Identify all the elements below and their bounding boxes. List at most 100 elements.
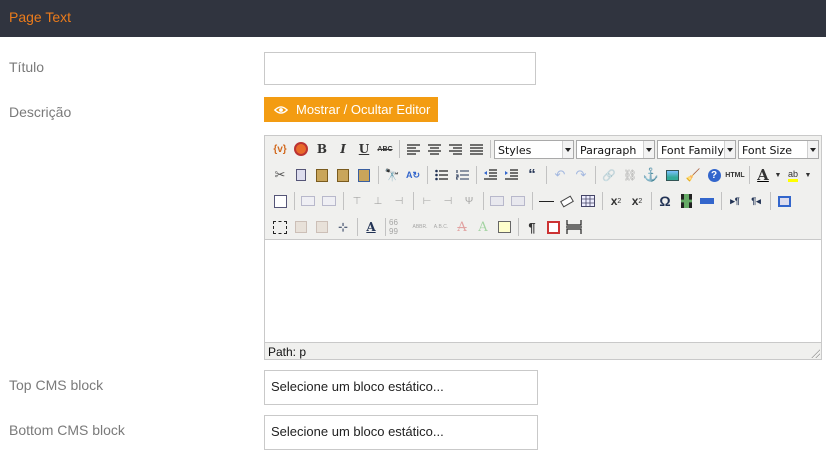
- media-icon[interactable]: [676, 191, 696, 211]
- image-icon[interactable]: [662, 165, 682, 185]
- edit-icon[interactable]: [270, 191, 290, 211]
- align-justify-icon[interactable]: [466, 139, 486, 159]
- top-cms-select[interactable]: Selecione um bloco estático...: [264, 370, 538, 405]
- toolbar-divider: [546, 166, 547, 184]
- styles-props-icon[interactable]: A: [361, 217, 381, 237]
- find-icon[interactable]: 🔭: [382, 165, 402, 185]
- toolbar-divider: [721, 192, 722, 210]
- insert-layer-icon[interactable]: [270, 217, 290, 237]
- deletion-icon[interactable]: A: [452, 217, 472, 237]
- nonbreaking-space-icon[interactable]: [543, 217, 563, 237]
- styles-dropdown[interactable]: Styles: [494, 139, 574, 159]
- replace-icon[interactable]: A↻: [403, 165, 423, 185]
- delete-col-icon[interactable]: Ψ: [459, 191, 479, 211]
- html-source-button[interactable]: HTML: [725, 165, 745, 185]
- top-cms-select-value: Selecione um bloco estático...: [271, 379, 444, 394]
- table-row-props-icon[interactable]: [298, 191, 318, 211]
- move-backward-icon[interactable]: [312, 217, 332, 237]
- chevron-down-icon[interactable]: ▼: [804, 165, 812, 185]
- absolute-position-icon[interactable]: ⊹: [333, 217, 353, 237]
- split-cells-icon[interactable]: [487, 191, 507, 211]
- page-title: Page Text: [9, 9, 72, 25]
- special-char-button[interactable]: Ω: [655, 191, 675, 211]
- toggle-editor-label: Mostrar / Ocultar Editor: [296, 102, 431, 117]
- visual-chars-button[interactable]: ¶: [522, 217, 542, 237]
- page-header: Page Text: [0, 0, 826, 37]
- subscript-button[interactable]: x2: [606, 191, 626, 211]
- merge-cells-icon[interactable]: [508, 191, 528, 211]
- align-right-icon[interactable]: [445, 139, 465, 159]
- toolbar-row-2: ✂ 🔭 A↻ “ ↶ ↷ 🔗 ⛓ ⚓ 🧹 ? HTML A ▼ ab ▼: [270, 163, 813, 187]
- wysiwyg-editor: {v} B I U ABC Styles Paragraph Font Fami…: [264, 135, 822, 360]
- attributes-icon[interactable]: [494, 217, 514, 237]
- help-icon[interactable]: ?: [704, 165, 724, 185]
- editor-status-bar: Path: p: [265, 342, 821, 359]
- underline-button[interactable]: U: [354, 139, 374, 159]
- rtl-icon[interactable]: ¶◂: [746, 191, 766, 211]
- fullscreen-icon[interactable]: [774, 191, 794, 211]
- abbreviation-icon[interactable]: ABBR.: [410, 217, 430, 237]
- blockquote-icon[interactable]: “: [522, 165, 542, 185]
- titulo-input[interactable]: [264, 52, 536, 85]
- indent-icon[interactable]: [501, 165, 521, 185]
- numbered-list-icon[interactable]: [452, 165, 472, 185]
- toolbar-divider: [518, 218, 519, 236]
- copy-icon[interactable]: [291, 165, 311, 185]
- paste-text-icon[interactable]: [333, 165, 353, 185]
- ltr-icon[interactable]: ▸¶: [725, 191, 745, 211]
- flash-icon[interactable]: [697, 191, 717, 211]
- toggle-editor-button[interactable]: Mostrar / Ocultar Editor: [264, 97, 438, 122]
- anchor-icon[interactable]: ⚓: [641, 165, 661, 185]
- delete-row-icon[interactable]: ⊣: [389, 191, 409, 211]
- toolbar-divider: [651, 192, 652, 210]
- format-dropdown-label: Paragraph: [580, 143, 637, 157]
- top-cms-label: Top CMS block: [9, 377, 104, 393]
- highlight-color-icon[interactable]: ab: [783, 165, 803, 185]
- format-dropdown[interactable]: Paragraph: [576, 139, 655, 159]
- unlink-icon[interactable]: ⛓: [620, 165, 640, 185]
- insertion-icon[interactable]: A: [473, 217, 493, 237]
- horizontal-rule-icon[interactable]: [536, 191, 556, 211]
- cleanup-icon[interactable]: 🧹: [683, 165, 703, 185]
- strikethrough-button[interactable]: ABC: [375, 139, 395, 159]
- resize-handle[interactable]: [810, 348, 820, 358]
- bold-button[interactable]: B: [312, 139, 332, 159]
- font-family-dropdown[interactable]: Font Family: [657, 139, 736, 159]
- toolbar-divider: [343, 192, 344, 210]
- table-cell-props-icon[interactable]: [319, 191, 339, 211]
- redo-icon[interactable]: ↷: [571, 165, 591, 185]
- font-size-dropdown[interactable]: Font Size: [738, 139, 819, 159]
- insert-variable-icon[interactable]: {v}: [270, 139, 290, 159]
- bottom-cms-select[interactable]: Selecione um bloco estático...: [264, 415, 538, 450]
- insert-col-before-icon[interactable]: ⊢: [417, 191, 437, 211]
- chevron-down-icon[interactable]: ▼: [774, 165, 782, 185]
- align-center-icon[interactable]: [424, 139, 444, 159]
- toolbar-divider: [476, 166, 477, 184]
- cut-icon[interactable]: ✂: [270, 165, 290, 185]
- status-path: Path: p: [268, 345, 307, 359]
- cite-icon[interactable]: 66 99: [389, 217, 409, 237]
- align-left-icon[interactable]: [403, 139, 423, 159]
- paste-word-icon[interactable]: [354, 165, 374, 185]
- table-icon[interactable]: [578, 191, 598, 211]
- toolbar-divider: [294, 192, 295, 210]
- font-color-icon[interactable]: A: [753, 165, 773, 185]
- acronym-icon[interactable]: A.B.C.: [431, 217, 451, 237]
- titulo-label: Título: [9, 59, 45, 75]
- eraser-icon[interactable]: [557, 191, 577, 211]
- paste-icon[interactable]: [312, 165, 332, 185]
- insert-row-before-icon[interactable]: ⊤: [347, 191, 367, 211]
- undo-icon[interactable]: ↶: [550, 165, 570, 185]
- move-forward-icon[interactable]: [291, 217, 311, 237]
- bullet-list-icon[interactable]: [431, 165, 451, 185]
- italic-button[interactable]: I: [333, 139, 353, 159]
- superscript-button[interactable]: x2: [627, 191, 647, 211]
- insert-col-after-icon[interactable]: ⊣: [438, 191, 458, 211]
- editor-content-area[interactable]: [265, 239, 821, 343]
- toolbar-divider: [532, 192, 533, 210]
- insert-widget-icon[interactable]: [291, 139, 311, 159]
- link-icon[interactable]: 🔗: [599, 165, 619, 185]
- page-break-icon[interactable]: [564, 217, 584, 237]
- outdent-icon[interactable]: [480, 165, 500, 185]
- insert-row-after-icon[interactable]: ⊥: [368, 191, 388, 211]
